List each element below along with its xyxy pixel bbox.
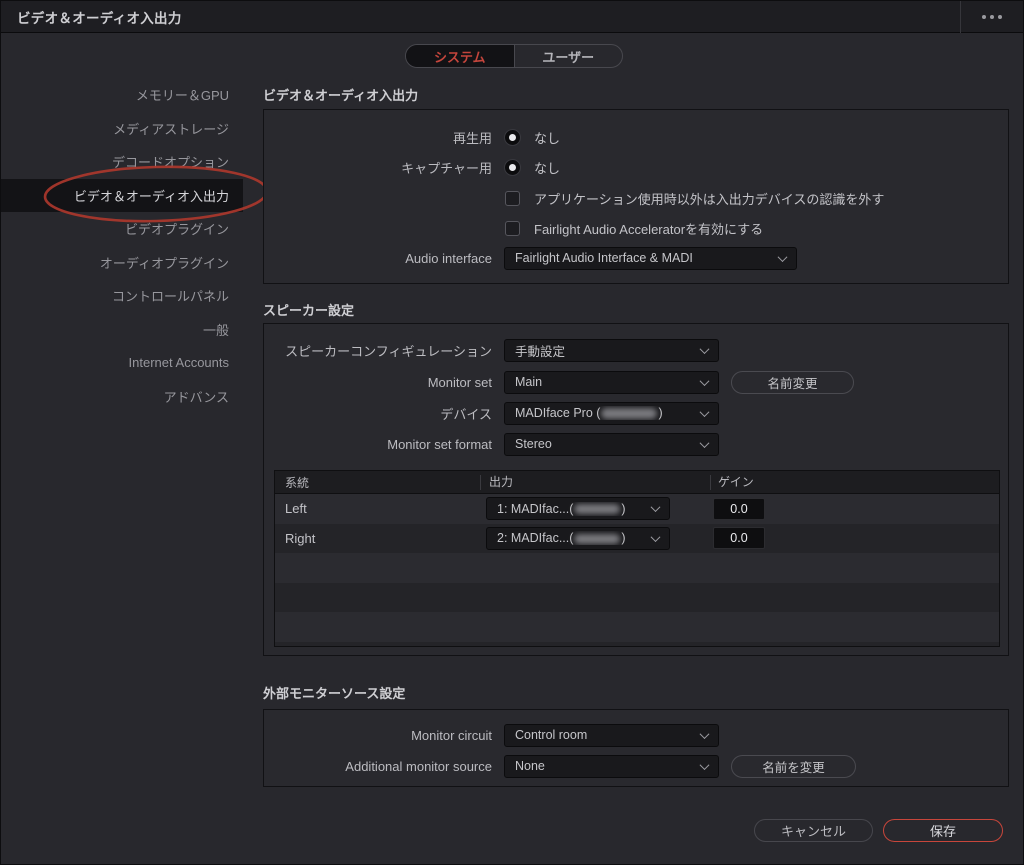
settings-content: ビデオ＆オーディオ入出力 再生用 なし キャプチャー用 なし アプリケーション使… xyxy=(263,1,1009,865)
table-row-empty xyxy=(275,642,999,648)
redacted-text xyxy=(601,408,657,419)
redacted-text xyxy=(574,534,620,544)
channel-name: Right xyxy=(275,531,486,546)
sidebar-item-advanced[interactable]: アドバンス xyxy=(1,380,243,414)
section-title-speaker: スピーカー設定 xyxy=(263,300,354,319)
monitor-set-dropdown[interactable]: Main xyxy=(504,371,719,394)
settings-dialog: ビデオ＆オーディオ入出力 システム ユーザー メモリー＆GPU メディアストレー… xyxy=(0,0,1024,865)
col-header-gain: ゲイン xyxy=(710,475,999,490)
monitor-circuit-dropdown[interactable]: Control room xyxy=(504,724,719,747)
sidebar-item-decode-options[interactable]: デコードオプション xyxy=(1,145,243,179)
chevron-down-icon xyxy=(700,407,710,417)
audio-interface-dropdown[interactable]: Fairlight Audio Interface & MADI xyxy=(504,247,797,270)
sidebar-item-video-audio-io[interactable]: ビデオ＆オーディオ入出力 xyxy=(1,179,243,213)
monitor-circuit-label: Monitor circuit xyxy=(264,728,492,743)
device-dropdown[interactable]: MADIface Pro () xyxy=(504,402,719,425)
panel-speaker: スピーカーコンフィギュレーション 手動設定 Monitor set Main 名… xyxy=(263,323,1009,656)
chevron-down-icon xyxy=(700,376,710,386)
sidebar-item-audio-plugins[interactable]: オーディオプラグイン xyxy=(1,246,243,280)
cancel-button[interactable]: キャンセル xyxy=(754,819,873,842)
settings-sidebar: メモリー＆GPU メディアストレージ デコードオプション ビデオ＆オーディオ入出… xyxy=(1,78,243,413)
section-title-external-monitor: 外部モニターソース設定 xyxy=(263,683,405,702)
gain-input-right[interactable]: 0.0 xyxy=(713,527,765,549)
gain-input-left[interactable]: 0.0 xyxy=(713,498,765,520)
table-header-row: 系統 出力 ゲイン xyxy=(275,471,999,494)
table-row-left[interactable]: Left 1: MADIfac...() 0.0 xyxy=(275,494,999,524)
additional-monitor-source-dropdown[interactable]: None xyxy=(504,755,719,778)
sidebar-item-memory-gpu[interactable]: メモリー＆GPU xyxy=(1,78,243,112)
monitor-set-format-label: Monitor set format xyxy=(264,437,492,452)
fairlight-accelerator-checkbox[interactable] xyxy=(505,221,520,236)
release-io-devices-label: アプリケーション使用時以外は入出力デバイスの認識を外す xyxy=(534,189,884,208)
chevron-down-icon xyxy=(700,760,710,770)
device-label: デバイス xyxy=(264,404,492,423)
rename-monitor-set-button[interactable]: 名前変更 xyxy=(731,371,854,394)
chevron-down-icon xyxy=(651,502,661,512)
playback-none-label: なし xyxy=(534,128,560,147)
col-header-channel: 系統 xyxy=(275,474,480,491)
chevron-down-icon xyxy=(700,438,710,448)
table-row-empty xyxy=(275,553,999,583)
save-button[interactable]: 保存 xyxy=(883,819,1003,842)
section-title-io: ビデオ＆オーディオ入出力 xyxy=(263,85,418,104)
table-row-empty xyxy=(275,612,999,642)
chevron-down-icon xyxy=(651,532,661,542)
additional-monitor-source-label: Additional monitor source xyxy=(264,759,492,774)
fairlight-accelerator-label: Fairlight Audio Acceleratorを有効にする xyxy=(534,219,763,238)
sidebar-item-control-panels[interactable]: コントロールパネル xyxy=(1,279,243,313)
sidebar-item-general[interactable]: 一般 xyxy=(1,313,243,347)
capture-none-radio[interactable] xyxy=(504,159,521,176)
redacted-text xyxy=(574,504,620,514)
dialog-title: ビデオ＆オーディオ入出力 xyxy=(17,7,182,27)
sidebar-item-internet-accounts[interactable]: Internet Accounts xyxy=(1,346,243,380)
output-dropdown-right[interactable]: 2: MADIfac...() xyxy=(486,527,670,550)
chevron-down-icon xyxy=(700,729,710,739)
output-dropdown-left[interactable]: 1: MADIfac...() xyxy=(486,497,670,520)
audio-interface-label: Audio interface xyxy=(264,251,492,266)
rename-monitor-source-button[interactable]: 名前を変更 xyxy=(731,755,856,778)
chevron-down-icon xyxy=(700,344,710,354)
speaker-config-label: スピーカーコンフィギュレーション xyxy=(264,341,492,360)
chevron-down-icon xyxy=(778,252,788,262)
release-io-devices-checkbox[interactable] xyxy=(505,191,520,206)
capture-none-label: なし xyxy=(534,158,560,177)
col-header-output: 出力 xyxy=(480,475,710,490)
speaker-config-dropdown[interactable]: 手動設定 xyxy=(504,339,719,362)
table-row-right[interactable]: Right 2: MADIfac...() 0.0 xyxy=(275,524,999,554)
panel-io: 再生用 なし キャプチャー用 なし アプリケーション使用時以外は入出力デバイスの… xyxy=(263,109,1009,284)
table-row-empty xyxy=(275,583,999,613)
channel-name: Left xyxy=(275,501,486,516)
sidebar-item-video-plugins[interactable]: ビデオプラグイン xyxy=(1,212,243,246)
capture-label: キャプチャー用 xyxy=(264,158,492,177)
playback-none-radio[interactable] xyxy=(504,129,521,146)
panel-external-monitor: Monitor circuit Control room Additional … xyxy=(263,709,1009,787)
playback-label: 再生用 xyxy=(264,128,492,147)
speaker-output-table: 系統 出力 ゲイン Left 1: MADIfac...() 0.0 Right xyxy=(274,470,1000,647)
monitor-set-format-dropdown[interactable]: Stereo xyxy=(504,433,719,456)
sidebar-item-media-storage[interactable]: メディアストレージ xyxy=(1,112,243,146)
monitor-set-label: Monitor set xyxy=(264,375,492,390)
